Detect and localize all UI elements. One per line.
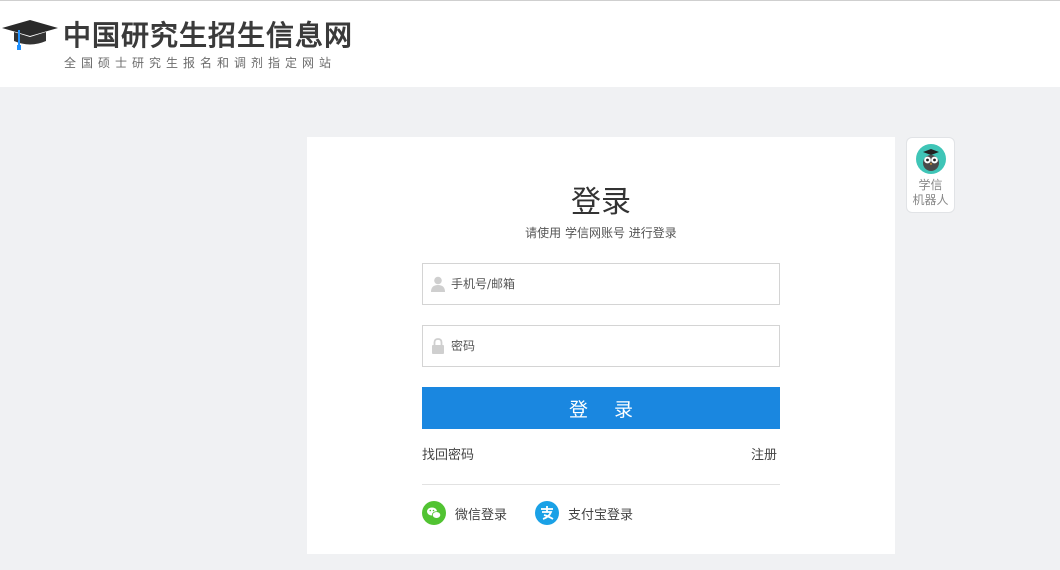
login-title: 登录 — [571, 185, 631, 220]
login-button[interactable]: 登 录 — [422, 387, 780, 429]
divider — [422, 484, 780, 485]
site-header: 中国研究生招生信息网 全国硕士研究生报名和调剂指定网站 — [0, 0, 1060, 87]
register-link[interactable]: 注册 — [751, 444, 777, 463]
alipay-icon — [535, 501, 559, 525]
wechat-login-label: 微信登录 — [455, 507, 508, 523]
owl-robot-icon — [916, 144, 946, 174]
wechat-icon — [422, 501, 446, 525]
username-input[interactable] — [451, 264, 771, 304]
site-title[interactable]: 中国研究生招生信息网 — [63, 14, 353, 54]
robot-label-line2: 机器人 — [912, 193, 949, 207]
lock-icon — [432, 338, 444, 354]
login-subtitle: 请使用 学信网账号 进行登录 — [525, 226, 677, 240]
password-input[interactable] — [451, 326, 771, 366]
user-icon — [431, 276, 445, 292]
username-field[interactable] — [422, 263, 780, 305]
robot-label-line1: 学信 — [918, 178, 943, 192]
robot-label: 学信 机器人 — [907, 178, 954, 208]
wechat-login-link[interactable]: 微信登录 — [422, 501, 507, 525]
graduation-cap-icon — [2, 20, 58, 50]
login-card: 登录 请使用 学信网账号 进行登录 登 录 找回密码 注册 微信登录 — [307, 137, 895, 554]
xuexin-robot-widget[interactable]: 学信 机器人 — [906, 137, 955, 213]
forgot-password-link[interactable]: 找回密码 — [422, 444, 474, 463]
alipay-login-link[interactable]: 支付宝登录 — [535, 501, 633, 525]
password-field[interactable] — [422, 325, 780, 367]
site-subtitle: 全国硕士研究生报名和调剂指定网站 — [64, 56, 337, 70]
alipay-login-label: 支付宝登录 — [568, 507, 634, 523]
